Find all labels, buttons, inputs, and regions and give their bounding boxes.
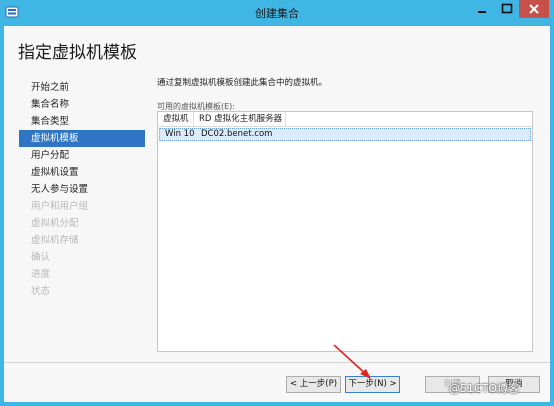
wizard-window: 创建集合 指定虚拟机模板 开始之前 集合名称 集合类型 虚拟机模板 用户分配 虚… <box>0 0 554 406</box>
red-arrow-annotation-icon <box>333 344 371 379</box>
watermark: @51CTO博客 <box>449 382 520 395</box>
